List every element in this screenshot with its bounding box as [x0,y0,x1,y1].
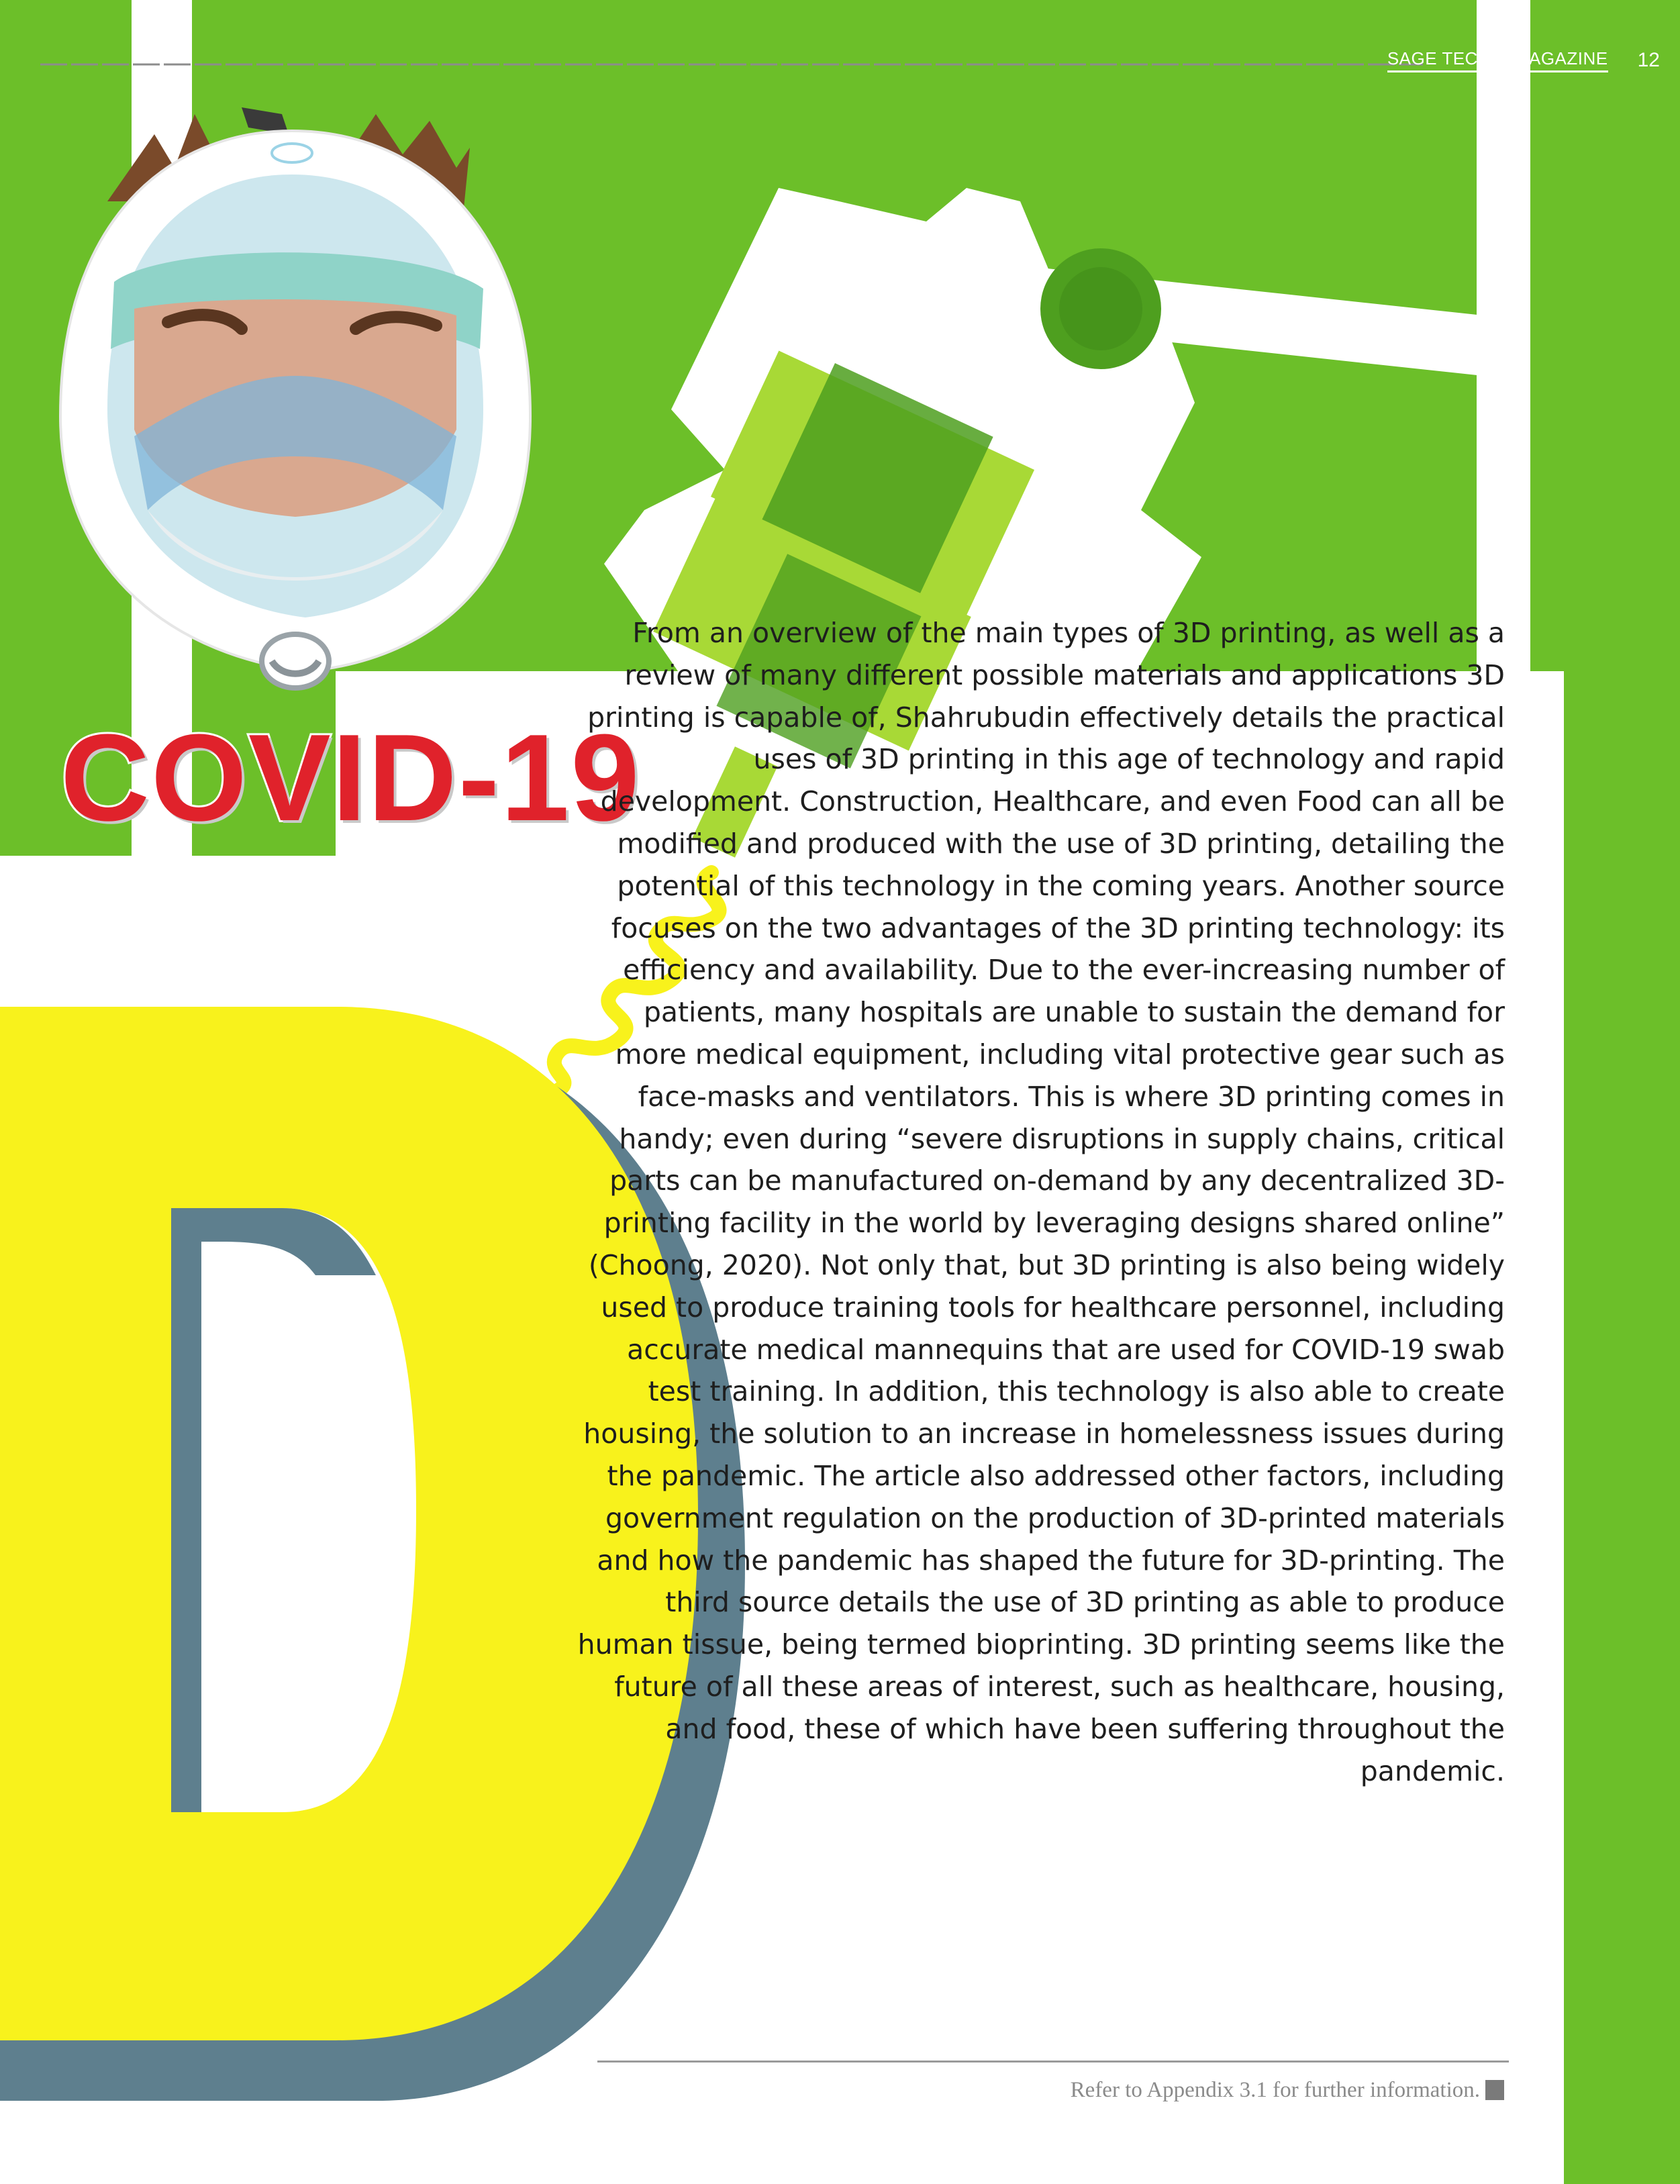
footer-rule [597,2061,1509,2063]
magazine-name: SAGE TECH-X MAGAZINE [1387,48,1608,72]
footer-note: Refer to Appendix 3.1 for further inform… [1071,2070,1504,2110]
end-mark-icon [1485,2080,1504,2100]
footer-note-text: Refer to Appendix 3.1 for further inform… [1070,2077,1480,2102]
covid-title: COVID-19 [58,708,642,846]
page-header: SAGE TECH-X MAGAZINE 12 [1387,47,1660,74]
page-number: 12 [1637,49,1660,71]
article-body: From an overview of the main types of 3D… [577,617,1505,1787]
